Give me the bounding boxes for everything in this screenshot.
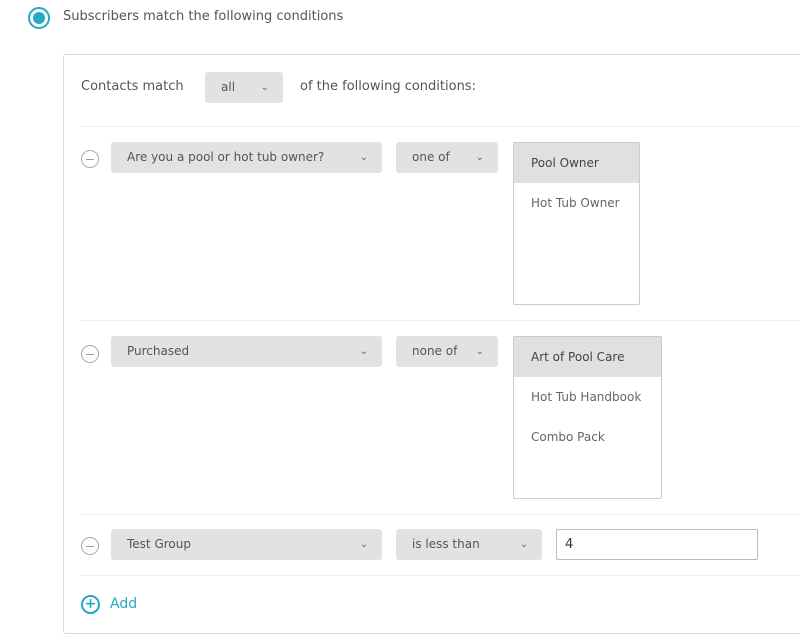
condition-field-select[interactable]: Are you a pool or hot tub owner? ⌄ [111,142,382,173]
operator-value: one of [412,150,450,164]
chevron-down-icon: ⌄ [260,82,269,93]
condition-operator-select[interactable]: is less than ⌄ [396,529,542,560]
conditions-suffix-label: of the following conditions: [300,79,476,94]
list-option[interactable]: Hot Tub Owner [514,183,639,223]
chevron-down-icon: ⌄ [475,152,484,163]
match-mode-value: all [221,80,236,94]
condition-values-listbox[interactable]: Pool Owner Hot Tub Owner [513,142,640,305]
divider [81,575,800,576]
operator-value: is less than [412,537,480,551]
divider [81,320,800,321]
remove-condition-icon[interactable] [81,150,99,168]
list-option[interactable]: Pool Owner [514,143,639,183]
condition-operator-select[interactable]: one of ⌄ [396,142,498,173]
remove-condition-icon[interactable] [81,537,99,555]
chevron-down-icon: ⌄ [359,152,368,163]
add-icon[interactable]: + [81,595,100,614]
divider [81,126,800,127]
operator-value: none of [412,344,458,358]
radio-label: Subscribers match the following conditio… [63,9,344,24]
field-value: Purchased [127,344,190,358]
add-button[interactable]: Add [110,596,137,612]
condition-field-select[interactable]: Purchased ⌄ [111,336,382,367]
subscribers-radio[interactable] [28,7,50,29]
remove-condition-icon[interactable] [81,345,99,363]
condition-values-listbox[interactable]: Art of Pool Care Hot Tub Handbook Combo … [513,336,662,499]
divider [81,514,800,515]
list-option[interactable]: Combo Pack [514,417,661,457]
match-mode-select[interactable]: all ⌄ [205,72,283,103]
list-option[interactable]: Art of Pool Care [514,337,661,377]
chevron-down-icon: ⌄ [359,539,368,550]
chevron-down-icon: ⌄ [359,346,368,357]
chevron-down-icon: ⌄ [519,539,528,550]
condition-value-input[interactable]: 4 [556,529,758,560]
field-value: Are you a pool or hot tub owner? [127,150,325,164]
condition-operator-select[interactable]: none of ⌄ [396,336,498,367]
list-option[interactable]: Hot Tub Handbook [514,377,661,417]
condition-field-select[interactable]: Test Group ⌄ [111,529,382,560]
contacts-match-label: Contacts match [81,79,184,94]
field-value: Test Group [127,537,191,551]
chevron-down-icon: ⌄ [475,346,484,357]
